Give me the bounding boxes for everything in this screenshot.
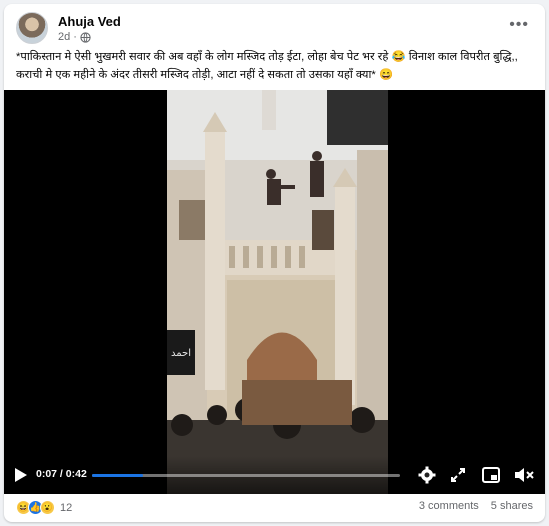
comments-count[interactable]: 3 comments [419, 500, 479, 512]
wow-reaction-icon: 😮 [40, 500, 55, 515]
globe-icon[interactable] [80, 31, 91, 43]
post-meta: 2d · [58, 31, 91, 43]
more-dots-icon[interactable]: ••• [509, 16, 529, 34]
post-caption: *पाकिस्तान मे ऐसी भुखमरी सवार की अब वहाँ… [16, 51, 521, 81]
reactions-summary[interactable]: 😆 👍 😮 12 [16, 500, 72, 515]
shares-count[interactable]: 5 shares [491, 500, 533, 512]
author-name[interactable]: Ahuja Ved [58, 14, 121, 29]
video-progress-fill [92, 474, 144, 477]
video-frame: احمد [167, 90, 388, 494]
video-player[interactable]: احمد 0:07 / 0:42 [4, 90, 545, 494]
reaction-count: 12 [60, 501, 73, 514]
post-header: Ahuja Ved 2d · ••• [16, 12, 533, 48]
post-card: Ahuja Ved 2d · ••• *पाकिस्तान मे ऐसी भुख… [4, 4, 545, 522]
mute-icon[interactable] [514, 466, 534, 484]
wall-sign-text: احمد [171, 348, 191, 359]
video-time: 0:07 / 0:42 [36, 468, 87, 480]
engagement-counts: 3 comments 5 shares [419, 500, 533, 512]
post-footer: 😆 👍 😮 12 3 comments 5 shares [16, 500, 533, 518]
play-icon[interactable] [14, 467, 28, 483]
video-progress-bar[interactable] [92, 474, 400, 477]
avatar[interactable] [16, 12, 48, 44]
gear-icon[interactable] [418, 466, 436, 484]
video-controls: 0:07 / 0:42 [4, 456, 545, 494]
post-time[interactable]: 2d [58, 31, 70, 43]
expand-icon[interactable] [450, 467, 466, 483]
pip-icon[interactable] [482, 467, 500, 483]
